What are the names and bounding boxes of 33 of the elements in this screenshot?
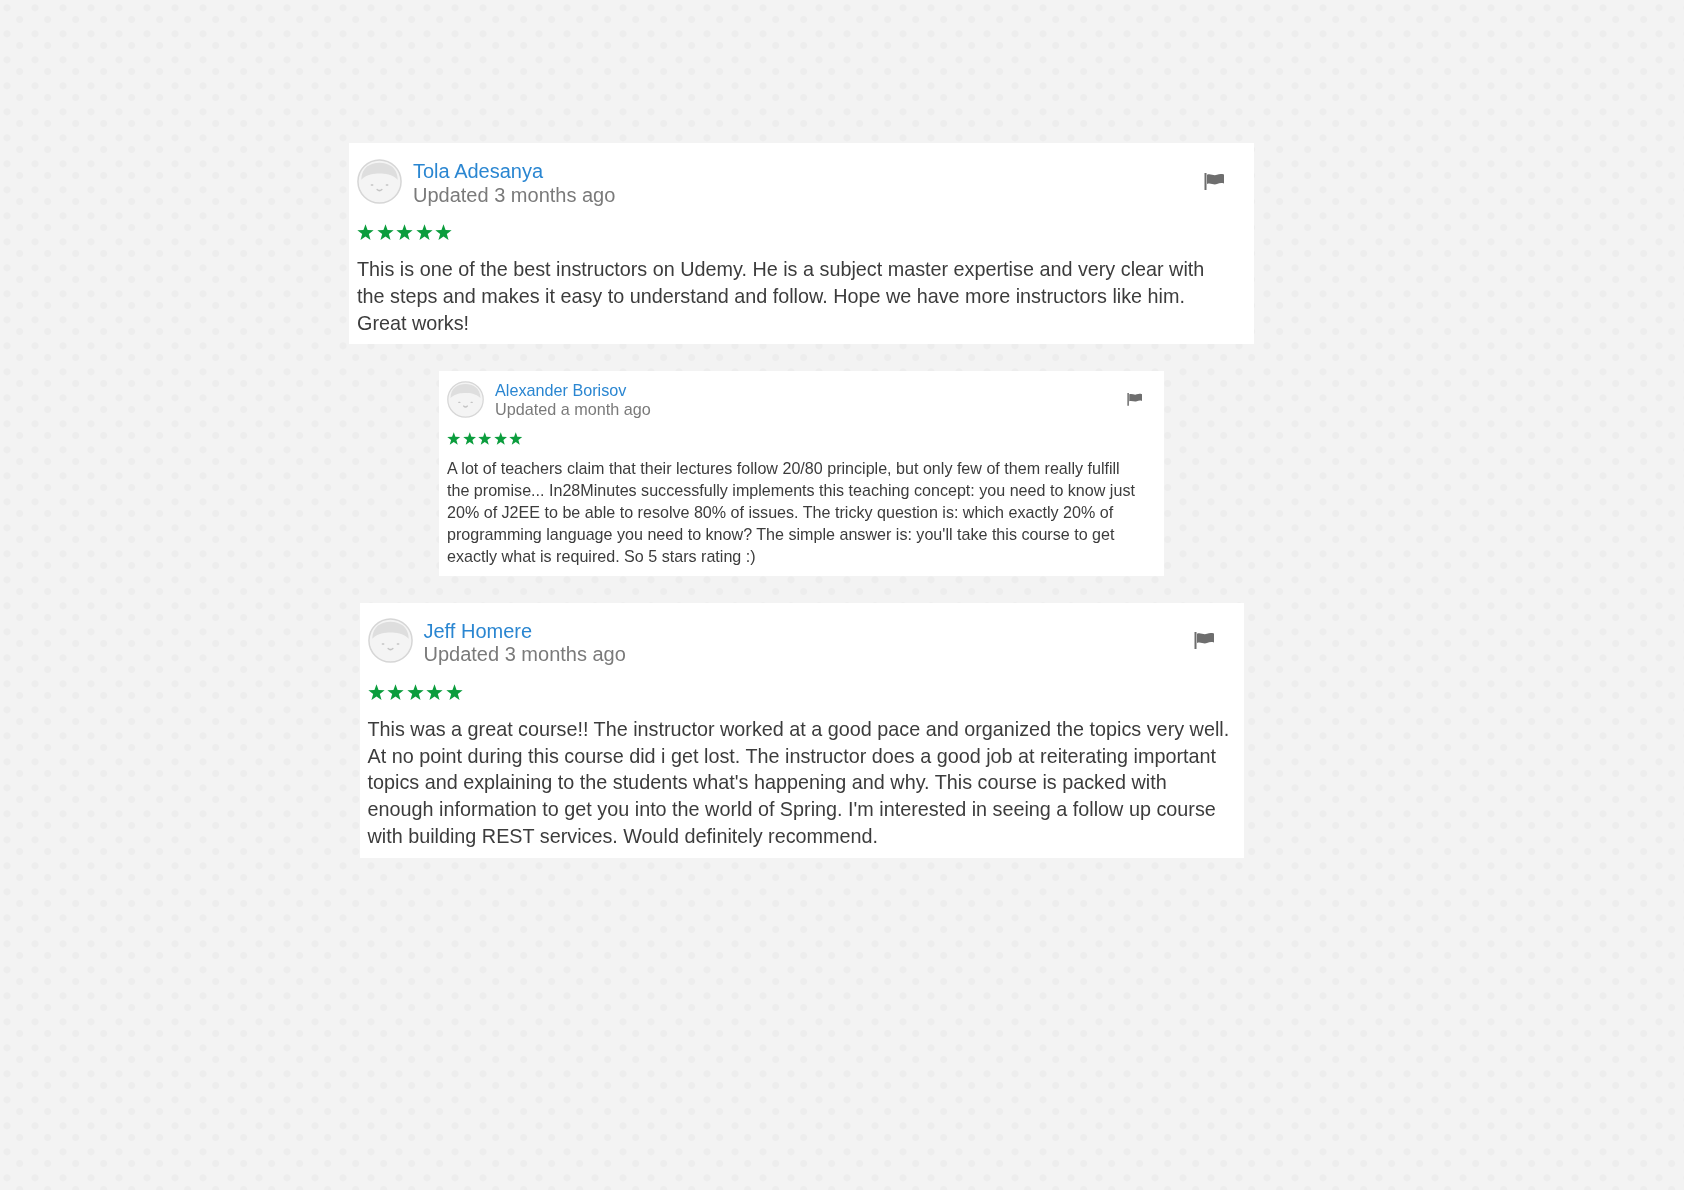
flag-icon: [1127, 393, 1142, 406]
report-button[interactable]: [1127, 393, 1142, 406]
review-text: A lot of teachers claim that their lectures follow 20/80 principle, but only few of them really fulfill the promise... In28Minutes successfully implements this teaching concept: you need to know just 20% of J2EE to be able to resolve 80% of issues. The tricky question is: which exactly 20% of programming language you need to know? The simple answer is: you'll take this course to get exactly what is required. So 5 stars rating :): [447, 457, 1136, 567]
star-icon: [435, 224, 452, 241]
star-icon: [493, 432, 507, 446]
star-icon: [367, 683, 385, 701]
star-icon: [387, 683, 404, 701]
star-icon: [357, 224, 374, 241]
review-date: Updated 3 months ago: [413, 183, 616, 207]
flag-icon: [1193, 632, 1214, 650]
report-button[interactable]: [1193, 632, 1214, 650]
avatar-icon: [367, 618, 413, 664]
review-date: Updated 3 months ago: [423, 643, 626, 667]
reviewer-name[interactable]: Alexander Borisov: [495, 381, 627, 401]
star-icon: [478, 432, 492, 446]
star-icon: [462, 432, 476, 446]
star-icon: [426, 683, 443, 701]
star-icon: [396, 224, 413, 241]
avatar-icon: [447, 380, 484, 418]
review-date: Updated a month ago: [495, 400, 651, 420]
star-icon: [509, 432, 523, 446]
avatar-icon: [357, 158, 402, 204]
reviewer-name[interactable]: Tola Adesanya: [413, 160, 544, 184]
reviewer-name[interactable]: Jeff Homere: [423, 619, 533, 644]
star-icon: [445, 683, 463, 701]
star-icon: [415, 224, 433, 241]
review-text: This was a great course!! The instructor worked at a good pace and organized the topics very well. At no point during this course did i get lost. The instructor does a good job at reiterating important topics and explaining to the students what's happening and why. This course is packed with enough information to get you into the world of Spring. I'm interested in seeing a follow up course with building REST services. Would definitely recommend.: [367, 716, 1231, 850]
report-button[interactable]: [1204, 172, 1224, 190]
star-icon: [376, 224, 394, 241]
star-icon: [447, 432, 461, 446]
review-text: This is one of the best instructors on Udemy. He is a subject master expertise and very clear with the steps and makes it easy to understand and follow. Hope we have more instructors like him. Great works!: [357, 257, 1206, 336]
flag-icon: [1204, 172, 1224, 190]
star-icon: [406, 683, 424, 701]
